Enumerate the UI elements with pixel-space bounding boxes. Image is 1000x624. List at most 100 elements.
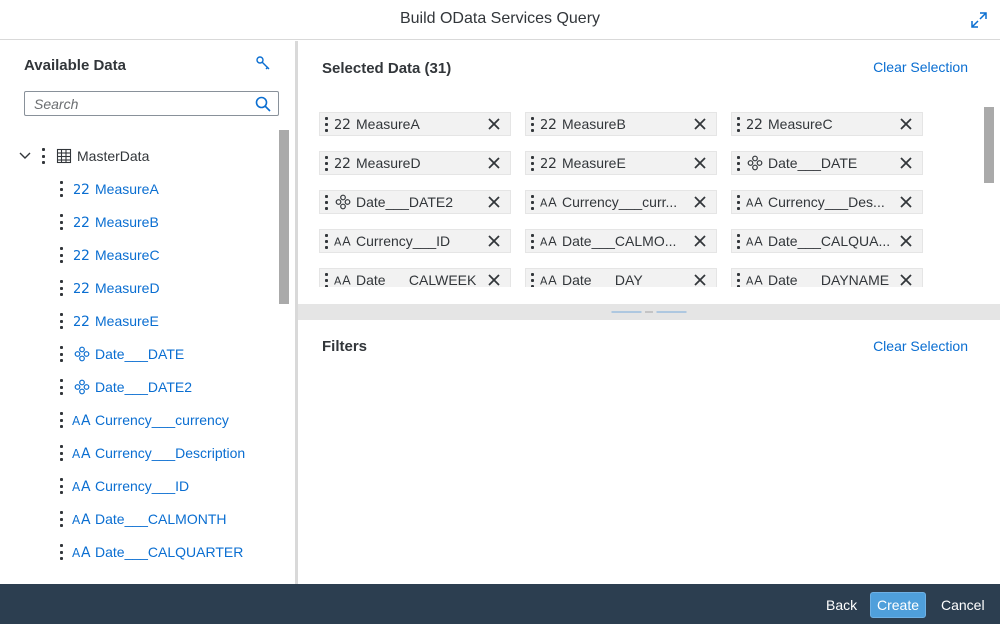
remove-icon[interactable] — [898, 272, 914, 287]
remove-icon[interactable] — [898, 155, 914, 171]
selected-chip[interactable]: A A Currency___curr... — [525, 190, 717, 214]
drag-handle-icon[interactable] — [530, 116, 534, 132]
selected-chip[interactable]: Date___DATE — [731, 151, 923, 175]
search-input[interactable]: Search — [24, 91, 279, 116]
text-dimension-icon: AA — [72, 445, 92, 461]
svg-text:A: A — [540, 197, 548, 210]
tree-item[interactable]: A A Date___CALMONTH — [58, 508, 227, 530]
tree-item[interactable]: 2 2 MeasureB — [58, 211, 159, 233]
remove-icon[interactable] — [692, 194, 708, 210]
drag-handle-icon[interactable] — [58, 181, 64, 197]
tree-item[interactable]: Date___DATE — [58, 343, 184, 365]
drag-handle-icon[interactable] — [736, 155, 740, 171]
selected-chip[interactable]: A A Currency___Des... — [731, 190, 923, 214]
remove-icon[interactable] — [898, 116, 914, 132]
remove-icon[interactable] — [692, 116, 708, 132]
tree-item[interactable]: 2 2 MeasureA — [58, 178, 159, 200]
selected-chip[interactable]: A A Date___CALMO... — [525, 229, 717, 253]
remove-icon[interactable] — [898, 233, 914, 249]
remove-icon[interactable] — [486, 155, 502, 171]
remove-icon[interactable] — [898, 194, 914, 210]
chip-label: Date___DAYNAME — [768, 272, 890, 287]
drag-handle-icon[interactable] — [530, 272, 534, 287]
drag-handle-icon[interactable] — [40, 148, 46, 164]
drag-handle-icon[interactable] — [530, 155, 534, 171]
wrench-icon[interactable] — [254, 55, 272, 73]
tree-item[interactable]: 2 2 MeasureC — [58, 244, 160, 266]
remove-icon[interactable] — [692, 272, 708, 287]
remove-icon[interactable] — [486, 272, 502, 287]
chevron-down-icon[interactable] — [18, 149, 32, 163]
text-dimension-icon: AA — [72, 511, 92, 527]
drag-handle-icon[interactable] — [58, 313, 64, 329]
drag-handle-icon[interactable] — [530, 233, 534, 249]
chip-label: Date___CALQUA... — [768, 233, 891, 249]
fullscreen-icon[interactable] — [970, 11, 988, 29]
drag-handle-icon[interactable] — [58, 511, 64, 527]
selected-chip[interactable]: A A Currency___ID — [319, 229, 511, 253]
resize-splitter[interactable] — [298, 304, 1000, 320]
remove-icon[interactable] — [486, 116, 502, 132]
remove-icon[interactable] — [692, 155, 708, 171]
remove-icon[interactable] — [486, 194, 502, 210]
svg-text:A: A — [334, 275, 342, 288]
selected-chip[interactable]: 2 2 MeasureD — [319, 151, 511, 175]
selected-chip[interactable]: A A Date___CALQUA... — [731, 229, 923, 253]
text-dimension-icon: AA — [540, 194, 558, 210]
selected-chip[interactable]: 2 2 MeasureC — [731, 112, 923, 136]
tree-item[interactable]: 2 2 MeasureD — [58, 277, 160, 299]
tree-root-masterdata[interactable]: MasterData — [18, 145, 149, 167]
drag-handle-icon[interactable] — [58, 247, 64, 263]
svg-text:A: A — [72, 546, 81, 559]
tree-item[interactable]: A A Currency___Description — [58, 442, 245, 464]
drag-handle-icon[interactable] — [58, 478, 64, 494]
selected-chip[interactable]: A A Date___DAY — [525, 268, 717, 287]
tree-item[interactable]: 2 2 MeasureE — [58, 310, 159, 332]
remove-icon[interactable] — [486, 233, 502, 249]
create-button[interactable]: Create — [870, 592, 927, 618]
measure-icon: 22 — [72, 247, 92, 263]
selected-chip[interactable]: A A Date___DAYNAME — [731, 268, 923, 287]
selected-chip[interactable]: 2 2 MeasureE — [525, 151, 717, 175]
tree-item[interactable]: A A Currency___ID — [58, 475, 189, 497]
drag-handle-icon[interactable] — [736, 194, 740, 210]
drag-handle-icon[interactable] — [324, 116, 328, 132]
tree-item[interactable]: A A Currency___currency — [58, 409, 229, 431]
drag-handle-icon[interactable] — [324, 155, 328, 171]
tree-scrollbar[interactable] — [279, 130, 289, 304]
drag-handle-icon[interactable] — [58, 346, 64, 362]
cancel-button[interactable]: Cancel — [935, 592, 991, 618]
drag-handle-icon[interactable] — [58, 544, 64, 560]
clear-filters-link[interactable]: Clear Selection — [873, 338, 968, 354]
svg-text:A: A — [72, 480, 81, 493]
drag-handle-icon[interactable] — [58, 214, 64, 230]
drag-handle-icon[interactable] — [58, 445, 64, 461]
selected-chip[interactable]: A A Date___CALWEEK — [319, 268, 511, 287]
back-button[interactable]: Back — [820, 592, 863, 618]
svg-text:A: A — [548, 234, 557, 248]
drag-handle-icon[interactable] — [58, 379, 64, 395]
tree-item[interactable]: Date___DATE2 — [58, 376, 192, 398]
search-icon[interactable] — [254, 95, 272, 113]
drag-handle-icon[interactable] — [530, 194, 534, 210]
selected-chip[interactable]: Date___DATE2 — [319, 190, 511, 214]
tree-item-label: Currency___currency — [95, 412, 229, 428]
selected-chip[interactable]: 2 2 MeasureB — [525, 112, 717, 136]
available-data-title: Available Data — [24, 57, 126, 74]
drag-handle-icon[interactable] — [324, 194, 328, 210]
chip-label: Currency___Des... — [768, 194, 885, 210]
drag-handle-icon[interactable] — [736, 272, 740, 287]
drag-handle-icon[interactable] — [324, 272, 328, 287]
drag-handle-icon[interactable] — [58, 412, 64, 428]
dialog-title: Build OData Services Query — [399, 10, 601, 27]
drag-handle-icon[interactable] — [324, 233, 328, 249]
chip-label: MeasureC — [768, 116, 833, 132]
drag-handle-icon[interactable] — [58, 280, 64, 296]
drag-handle-icon[interactable] — [736, 116, 740, 132]
remove-icon[interactable] — [692, 233, 708, 249]
clear-selection-link[interactable]: Clear Selection — [873, 59, 968, 75]
selected-scrollbar[interactable] — [984, 107, 994, 183]
drag-handle-icon[interactable] — [736, 233, 740, 249]
selected-chip[interactable]: 2 2 MeasureA — [319, 112, 511, 136]
tree-item[interactable]: A A Date___CALQUARTER — [58, 541, 243, 563]
